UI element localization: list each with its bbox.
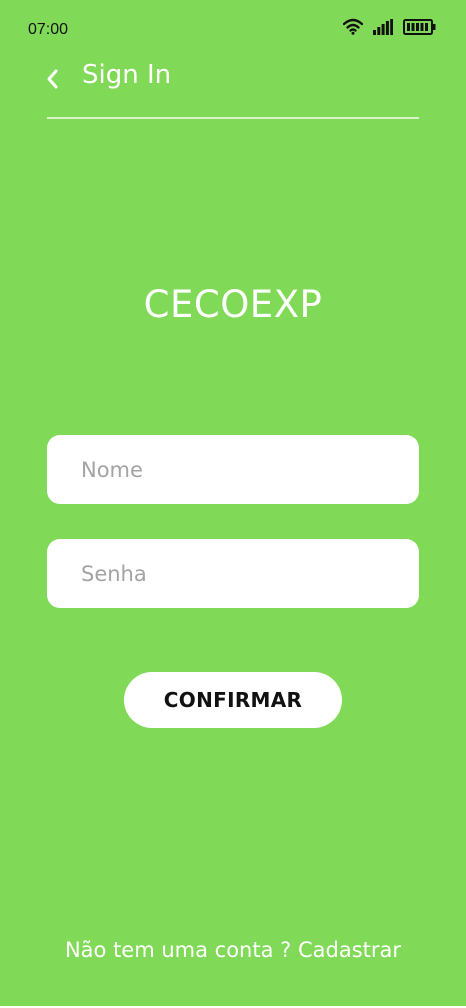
signup-prompt-text: Não tem uma conta ? <box>64 938 292 962</box>
confirm-button[interactable]: CONFIRMAR <box>124 672 342 728</box>
status-icons <box>343 18 436 35</box>
password-input[interactable] <box>47 539 419 608</box>
battery-icon <box>403 18 436 35</box>
signup-prompt: Não tem uma conta ? Cadastrar <box>0 938 466 962</box>
status-time: 07:00 <box>28 21 69 38</box>
signal-icon <box>373 18 393 35</box>
page-title: Sign In <box>82 60 172 90</box>
wifi-icon <box>343 18 363 35</box>
app-title: CECOEXP <box>143 283 323 326</box>
chevron-left-icon[interactable] <box>42 66 64 92</box>
signup-link[interactable]: Cadastrar <box>298 938 401 962</box>
header-divider <box>47 117 419 119</box>
sign-in-screen: 07:00 Sign In CECOEXP Nome CONFIRMAR Não… <box>0 0 466 1006</box>
name-input[interactable] <box>47 435 419 504</box>
